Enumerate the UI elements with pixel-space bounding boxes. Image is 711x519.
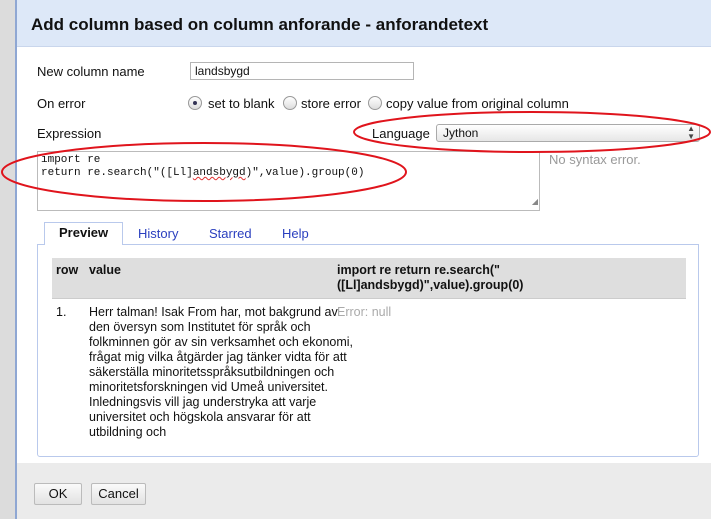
spellcheck-word: andsbygd (192, 167, 246, 179)
radio-set-to-blank[interactable] (188, 96, 202, 110)
radio-copy-value[interactable] (368, 96, 382, 110)
preview-table-header: row value import re return re.search(" (… (52, 258, 686, 299)
set-to-blank-label[interactable]: set to blank (208, 96, 275, 111)
tab-help[interactable]: Help (282, 224, 309, 244)
add-column-dialog: Add column based on column anforande - a… (15, 0, 711, 519)
header-value: value (89, 263, 121, 277)
dialog-title: Add column based on column anforande - a… (31, 15, 489, 34)
new-column-label: New column name (37, 64, 145, 79)
background-page (0, 0, 15, 519)
expression-label: Expression (37, 126, 102, 141)
cancel-button[interactable]: Cancel (91, 483, 146, 505)
preview-panel: row value import re return re.search(" (… (37, 244, 699, 457)
copy-value-label[interactable]: copy value from original column (386, 96, 569, 111)
resize-grip-icon[interactable]: ◢ (532, 196, 538, 209)
syntax-status: No syntax error. (549, 152, 641, 167)
dialog-titlebar: Add column based on column anforande - a… (17, 0, 711, 47)
language-label: Language (372, 126, 430, 141)
expression-textarea[interactable]: import re return re.search("([Ll]andsbyg… (37, 151, 540, 211)
language-select[interactable]: Jython ▲ ▼ (436, 124, 700, 142)
tab-history[interactable]: History (138, 224, 178, 244)
expression-line-part: return re.search("([Ll] (41, 167, 193, 179)
row-number: 1. (56, 305, 67, 319)
expression-line-part: )",value).group(0) (245, 167, 365, 179)
tab-starred[interactable]: Starred (209, 224, 252, 244)
language-value: Jython (443, 126, 479, 140)
store-error-label[interactable]: store error (301, 96, 361, 111)
radio-store-error[interactable] (283, 96, 297, 110)
header-row: row (56, 263, 79, 277)
select-arrows-icon: ▲ ▼ (687, 124, 695, 141)
dialog-footer: OK Cancel (17, 463, 711, 519)
row-result: Error: null (337, 305, 392, 319)
ok-button[interactable]: OK (34, 483, 82, 505)
tab-preview[interactable]: Preview (44, 222, 124, 245)
row-value: Herr talman! Isak From har, mot bakgrund… (89, 305, 354, 439)
new-column-name-input[interactable]: landsbygd (190, 62, 414, 80)
on-error-label: On error (37, 96, 86, 111)
header-expression: import re return re.search(" ([Ll]andsby… (337, 263, 524, 292)
expression-line: import re (41, 154, 101, 166)
